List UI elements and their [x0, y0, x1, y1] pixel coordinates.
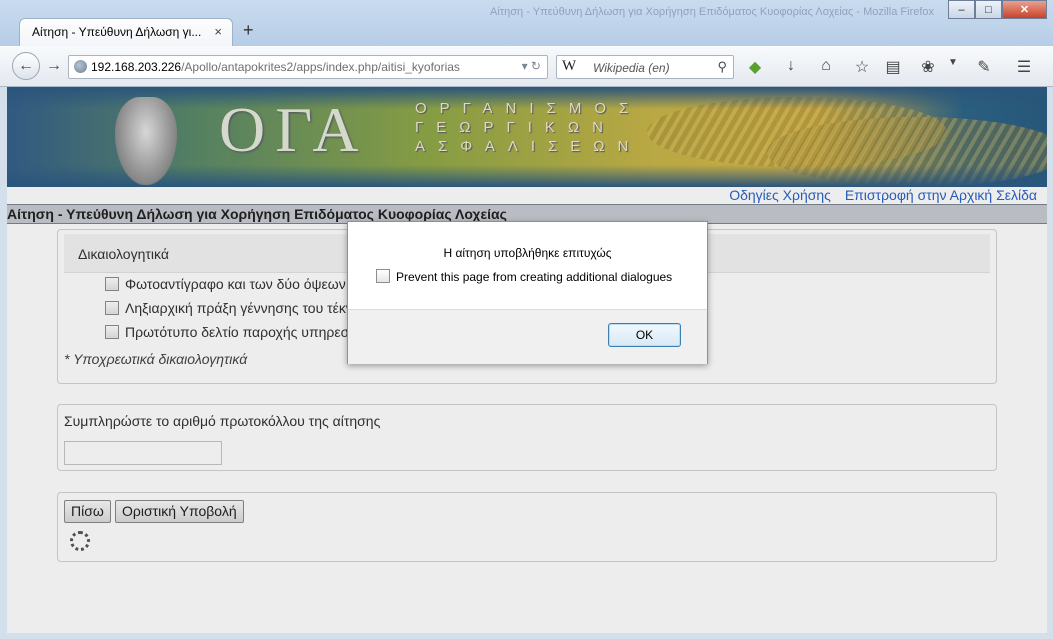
bookmarks-menu-icon[interactable]: ▤ [883, 57, 903, 77]
window-controls: – □ ✕ [948, 0, 1047, 20]
prevent-dialogs-checkbox[interactable] [376, 269, 390, 283]
search-placeholder: Wikipedia (en) [593, 61, 670, 75]
wikipedia-icon[interactable]: W [562, 58, 576, 75]
prevent-dialogs-option[interactable]: Prevent this page from creating addition… [376, 269, 672, 284]
title-bar: Αίτηση - Υπεύθυνη Δήλωση για Χορήγηση Επ… [0, 0, 1053, 46]
navigation-toolbar: ← → 192.168.203.226/Apollo/antapokrites2… [0, 46, 1053, 87]
home-icon[interactable]: ⌂ [816, 57, 836, 75]
dialog-message: Η αίτηση υποβλήθηκε επιτυχώς [443, 246, 612, 260]
bookmark-star-icon[interactable]: ☆ [852, 57, 872, 77]
tab-title: Αίτηση - Υπεύθυνη Δήλωση γι... [32, 25, 202, 39]
url-host: 192.168.203.226 [91, 60, 182, 74]
ok-button[interactable]: OK [608, 323, 681, 347]
browser-window: Αίτηση - Υπεύθυνη Δήλωση για Χορήγηση Επ… [0, 0, 1053, 639]
prevent-dialogs-label: Prevent this page from creating addition… [396, 270, 673, 284]
addon-icon[interactable]: ◆ [745, 57, 765, 77]
back-arrow-icon[interactable]: ← [12, 52, 40, 80]
url-text[interactable]: 192.168.203.226/Apollo/antapokrites2/app… [91, 60, 460, 74]
window-title-ghost: Αίτηση - Υπεύθυνη Δήλωση για Χορήγηση Επ… [490, 6, 935, 18]
tab-close-icon[interactable]: × [214, 24, 222, 39]
notes-icon[interactable]: ✎ [974, 57, 994, 77]
close-window-button[interactable]: ✕ [1002, 0, 1047, 19]
reload-icon[interactable]: ▾ ↻ [522, 59, 541, 73]
minimize-button[interactable]: – [948, 0, 975, 19]
site-identity-icon[interactable] [74, 60, 87, 73]
new-tab-button[interactable]: + [243, 20, 254, 41]
window-bottom-border [0, 633, 1053, 639]
search-icon[interactable]: ⚲ [717, 59, 727, 75]
search-bar[interactable]: W Wikipedia (en) ⚲ [556, 55, 734, 79]
address-bar[interactable]: 192.168.203.226/Apollo/antapokrites2/app… [68, 55, 548, 79]
menu-icon[interactable]: ☰ [1014, 57, 1034, 77]
firebug-icon[interactable]: ❀ [918, 57, 938, 77]
chevron-down-icon[interactable]: ▼ [943, 57, 963, 68]
forward-arrow-icon[interactable]: → [42, 54, 66, 78]
download-icon[interactable]: ↓ [781, 57, 801, 75]
browser-tab[interactable]: Αίτηση - Υπεύθυνη Δήλωση γι... × [19, 18, 233, 46]
dialog-footer: OK [348, 309, 707, 364]
url-path: /Apollo/antapokrites2/apps/index.php/ait… [181, 60, 460, 74]
maximize-button[interactable]: □ [975, 0, 1002, 19]
alert-dialog: Η αίτηση υποβλήθηκε επιτυχώς Prevent thi… [347, 221, 708, 364]
